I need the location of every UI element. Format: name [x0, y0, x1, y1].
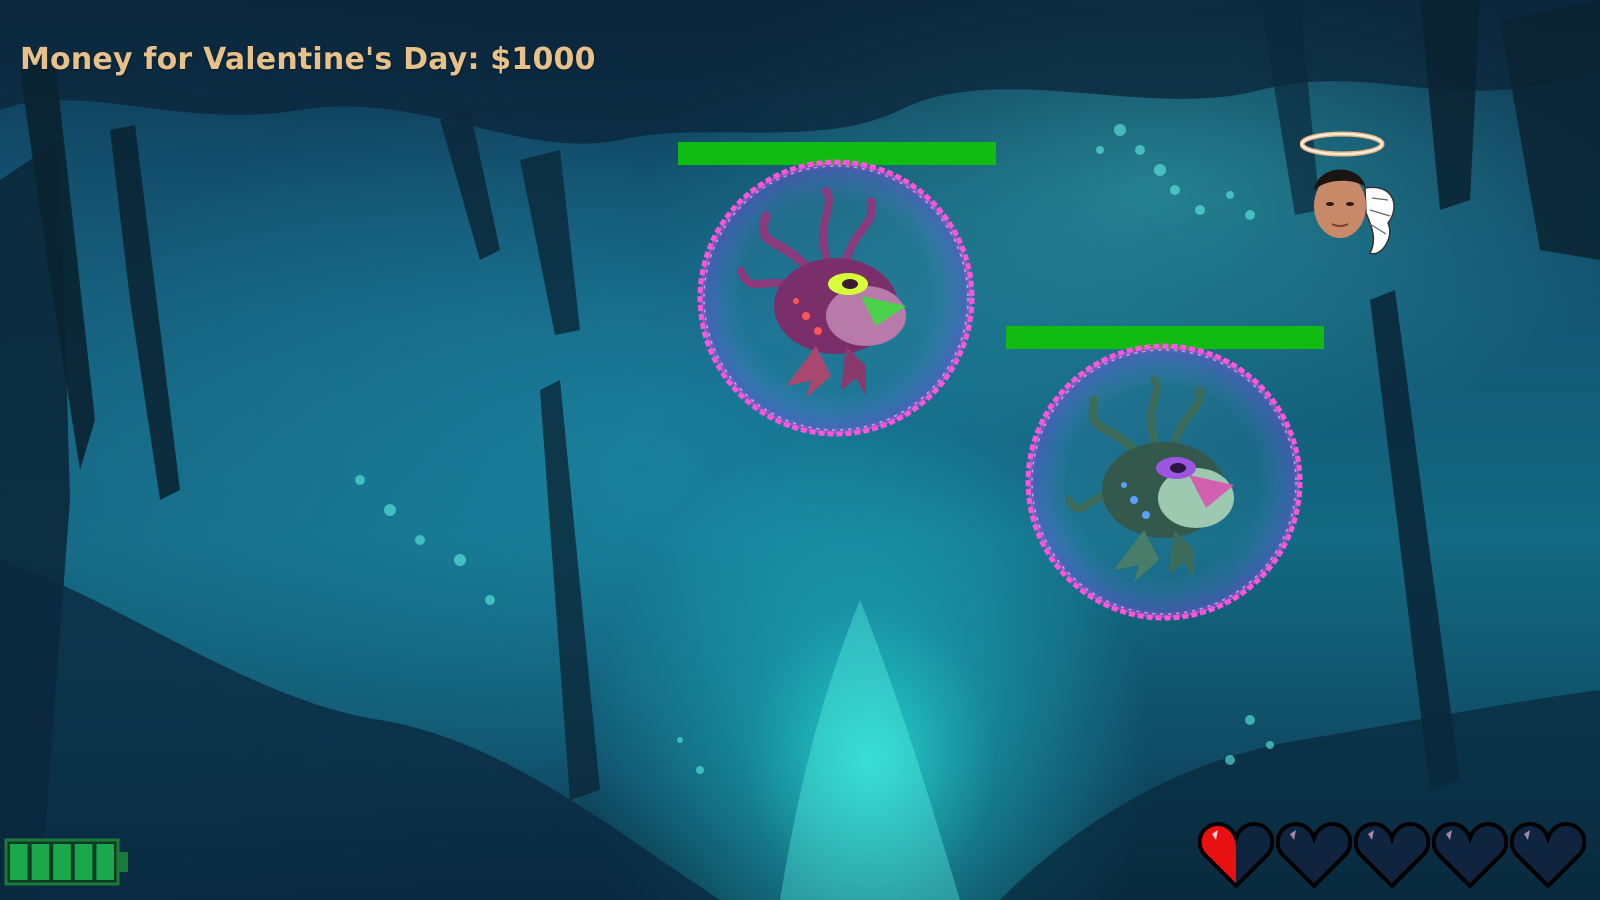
lives-hearts — [1198, 820, 1586, 892]
player-angel-avatar — [1300, 131, 1395, 255]
battery-segment — [31, 844, 50, 880]
enemy-bubble[interactable] — [1022, 340, 1306, 624]
heart-icon — [1198, 821, 1274, 889]
battery-segment — [74, 844, 93, 880]
heart-icon — [1276, 821, 1352, 889]
heart-icon — [1510, 821, 1586, 889]
battery-icon — [4, 838, 128, 886]
money-label: Money for Valentine's Day: $1000 — [20, 42, 596, 77]
battery-segment — [96, 844, 114, 880]
heart-icon — [1354, 821, 1430, 889]
angel-head-icon — [1300, 131, 1395, 255]
game-scene: Money for Valentine's Day: $1000 — [0, 0, 1600, 900]
battery-segments — [10, 844, 114, 880]
battery-segment — [53, 844, 71, 880]
battery-segment — [10, 844, 28, 880]
enemy-bubble[interactable] — [694, 156, 978, 440]
heart-icon — [1432, 821, 1508, 889]
